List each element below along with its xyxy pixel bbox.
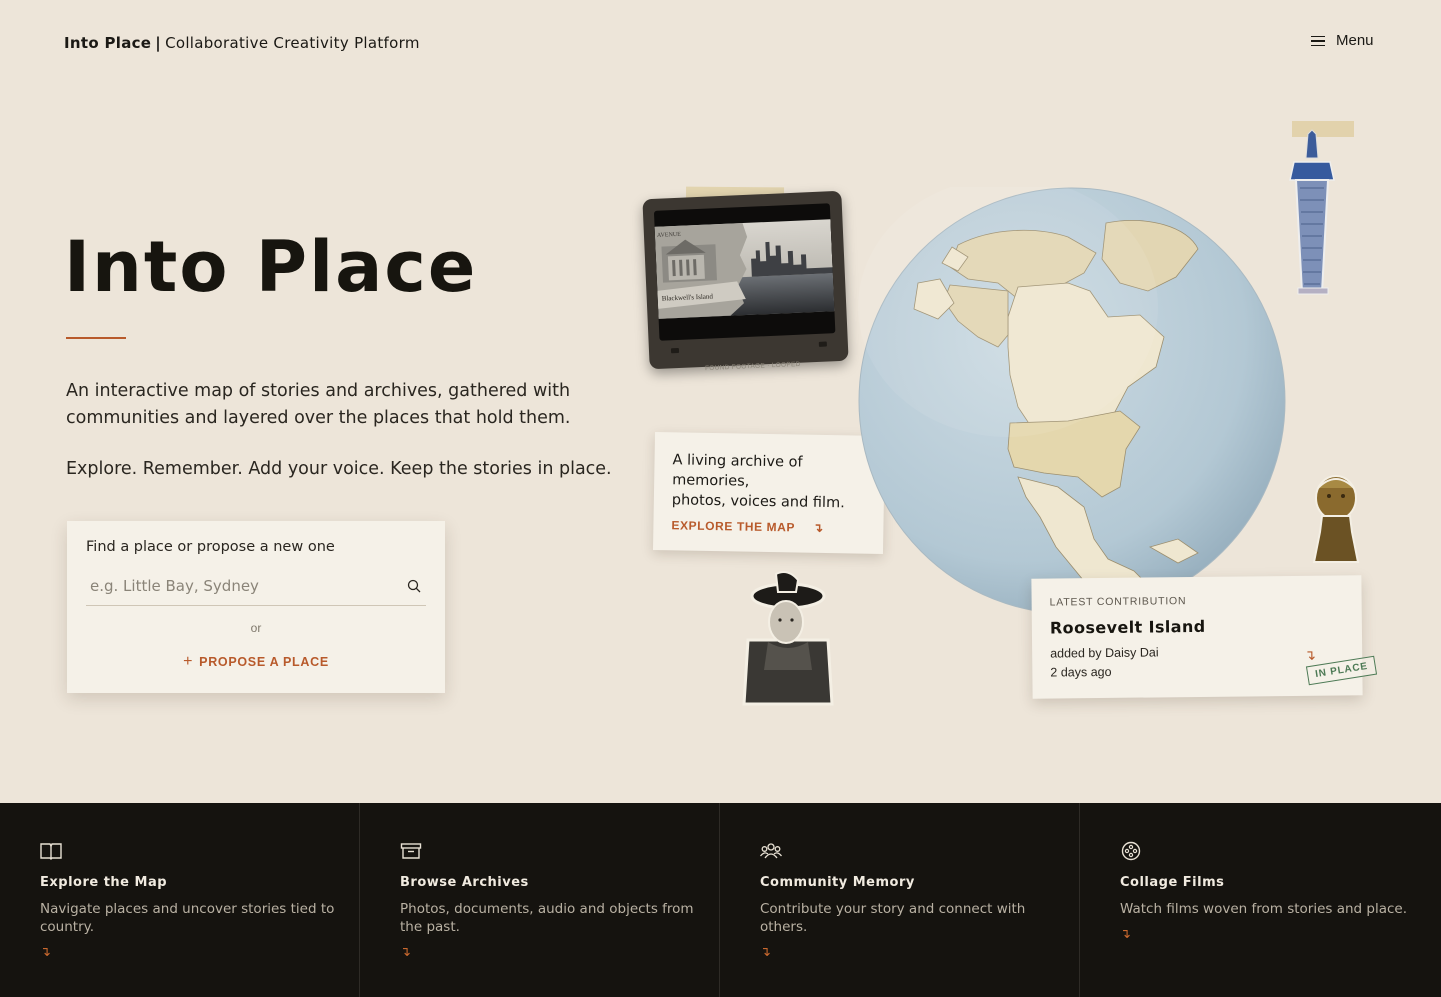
propose-label: PROPOSE A PLACE: [199, 655, 329, 669]
brand-logo[interactable]: Into Place | Collaborative Creativity Plat…: [64, 34, 420, 52]
arrow-down-right-icon: ↴: [812, 520, 824, 535]
book-icon: [40, 843, 62, 860]
archive-box-icon: [400, 843, 422, 859]
globe-illustration[interactable]: [858, 187, 1286, 615]
archive-note-card: A living archive of memories, photos, vo…: [652, 432, 886, 554]
menu-label: Menu: [1336, 32, 1374, 49]
menu-button[interactable]: Menu: [1311, 32, 1374, 49]
site-header: Into Place | Collaborative Creativity Plat…: [0, 0, 1441, 90]
plus-icon: +: [183, 653, 194, 670]
historical-portrait-cutout-image: [742, 571, 834, 706]
feature-collage-films[interactable]: Collage Films Watch films woven from sto…: [1080, 803, 1441, 997]
found-footage-player[interactable]: Blackwell's Island AVENUE: [642, 190, 849, 370]
feature-title: Community Memory: [760, 875, 915, 890]
features-bar: Explore the Map Navigate places and unco…: [0, 803, 1441, 997]
feature-description: Navigate places and uncover stories tied…: [40, 901, 335, 935]
explore-map-link[interactable]: EXPLORE THE MAP ↴: [671, 518, 824, 535]
feature-description: Contribute your story and connect with o…: [760, 901, 1026, 935]
search-input[interactable]: [90, 577, 390, 595]
feature-community-memory[interactable]: Community Memory Contribute your story a…: [720, 803, 1080, 997]
feature-title: Collage Films: [1120, 875, 1225, 890]
note-line-1: A living archive of memories,: [672, 452, 803, 490]
video-frame-image: Blackwell's Island AVENUE: [654, 219, 835, 319]
lighthouse-cutout-image: [1289, 129, 1335, 295]
video-overlay-heading: AVENUE: [657, 232, 681, 239]
hero-divider: [66, 337, 126, 339]
search-label: Find a place or propose a new one: [86, 539, 335, 555]
brand-separator: |: [155, 34, 162, 52]
explore-map-label: EXPLORE THE MAP: [671, 518, 796, 535]
note-text: A living archive of memories, photos, vo…: [672, 450, 873, 513]
tv-foot-right: [818, 341, 827, 347]
note-line-2: photos, voices and film.: [671, 492, 845, 512]
search-icon[interactable]: [407, 579, 421, 593]
arrow-down-right-icon[interactable]: ↴: [1120, 927, 1131, 942]
hero-tagline: Explore. Remember. Add your voice. Keep …: [66, 459, 612, 479]
video-screen[interactable]: Blackwell's Island AVENUE: [653, 203, 836, 341]
search-field[interactable]: [86, 573, 426, 606]
feature-title: Explore the Map: [40, 875, 168, 890]
hero-title: Into Place: [64, 226, 478, 308]
feature-title: Browse Archives: [400, 875, 529, 890]
feature-description: Watch films woven from stories and place…: [1120, 901, 1408, 917]
feature-description: Photos, documents, audio and objects fro…: [400, 901, 694, 935]
hero-description: An interactive map of stories and archiv…: [66, 381, 571, 428]
tv-foot-left: [670, 347, 680, 354]
film-reel-icon: [1121, 841, 1141, 861]
hamburger-icon: [1311, 35, 1326, 47]
arrow-down-right-icon[interactable]: ↴: [40, 945, 51, 960]
people-icon: [760, 843, 782, 859]
arrow-down-right-icon[interactable]: ↴: [400, 945, 411, 960]
feature-explore-map[interactable]: Explore the Map Navigate places and unco…: [0, 803, 360, 997]
brand-tagline: Collaborative Creativity Platform: [165, 34, 420, 52]
feature-browse-archives[interactable]: Browse Archives Photos, documents, audio…: [360, 803, 720, 997]
arrow-down-right-icon[interactable]: ↴: [1304, 648, 1316, 664]
latest-contribution-title[interactable]: Roosevelt Island: [1050, 617, 1206, 638]
or-divider: or: [250, 621, 262, 635]
arrow-down-right-icon[interactable]: ↴: [760, 945, 771, 960]
search-card: Find a place or propose a new one or + PR…: [67, 521, 445, 693]
latest-contribution-time: 2 days ago: [1050, 664, 1112, 680]
propose-place-button[interactable]: + PROPOSE A PLACE: [67, 653, 445, 671]
brand-name: Into Place: [64, 34, 152, 52]
bronze-bust-cutout-image: [1312, 475, 1360, 563]
latest-contribution-kicker: LATEST CONTRIBUTION: [1049, 595, 1187, 609]
latest-contribution-author: added by Daisy Dai: [1050, 645, 1159, 661]
